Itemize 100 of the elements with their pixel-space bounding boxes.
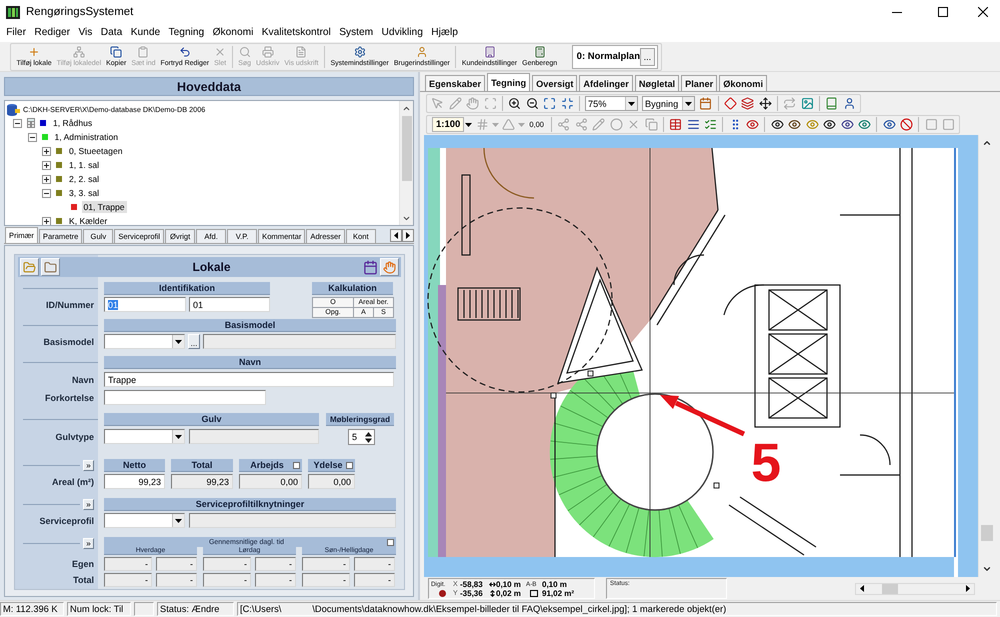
section-header: Basismodel <box>104 319 396 332</box>
tab[interactable]: Egenskaber <box>425 75 486 91</box>
readonly-field: - <box>104 573 152 587</box>
checkbox[interactable] <box>293 462 300 468</box>
tree-item[interactable]: 1, Administration <box>52 131 120 143</box>
menu-item[interactable]: System <box>335 25 378 41</box>
expand-button[interactable]: » <box>83 460 94 471</box>
diamond-icon[interactable] <box>724 97 737 110</box>
expand-icon[interactable] <box>42 146 51 156</box>
tab[interactable]: Planer <box>681 75 718 91</box>
shrink-corners-icon[interactable] <box>560 97 574 110</box>
plan-field[interactable]: 0: Normalplan ... <box>572 44 658 68</box>
number-spinner[interactable]: 5 <box>348 429 375 445</box>
tab[interactable]: Afdelinger <box>579 75 633 91</box>
eye-icon[interactable] <box>788 118 802 131</box>
expand-icon[interactable] <box>42 174 51 184</box>
menu-item[interactable]: Tegning <box>164 25 208 41</box>
text-field[interactable]: Trappe <box>104 372 394 387</box>
expand-button[interactable]: » <box>83 499 94 510</box>
dropdown[interactable] <box>104 334 185 349</box>
menu-item[interactable]: Data <box>96 25 126 41</box>
spin-arrows-icon[interactable] <box>365 432 372 442</box>
eye-icon[interactable] <box>840 118 854 131</box>
tree-item[interactable]: 3, 3. sal <box>67 187 102 199</box>
tree-item[interactable]: 01, Trappe <box>82 201 127 213</box>
expand-corners-icon[interactable] <box>543 97 556 110</box>
collapse-icon[interactable] <box>42 188 51 198</box>
text-field[interactable]: 01 <box>104 297 186 312</box>
ban-icon[interactable] <box>900 118 914 131</box>
menu-item[interactable]: Filer <box>2 25 30 41</box>
chevron-up-icon[interactable] <box>982 138 992 148</box>
menu-item[interactable]: Økonomi <box>208 25 258 41</box>
folder-button[interactable] <box>20 258 39 276</box>
dropdown[interactable]: Bygning <box>642 96 695 111</box>
tree-item[interactable]: 2, 2. sal <box>67 173 102 185</box>
scroll-thumb[interactable] <box>882 584 898 594</box>
image-icon[interactable] <box>800 97 814 110</box>
expand-icon[interactable] <box>42 216 51 225</box>
text-field[interactable]: 01 <box>189 297 270 312</box>
menu-item[interactable]: Vis <box>74 25 97 41</box>
tree-item[interactable]: 1, Rådhus <box>51 117 94 129</box>
caret-right-icon[interactable] <box>966 585 970 592</box>
tab-scroll-button[interactable] <box>402 229 414 242</box>
readonly-field: - <box>156 573 197 587</box>
eye-icon[interactable] <box>882 118 896 131</box>
user-icon[interactable] <box>842 97 856 110</box>
tree-item[interactable]: 1, 1. sal <box>67 159 102 171</box>
dropdown[interactable] <box>104 429 185 444</box>
caret-left-icon[interactable] <box>860 585 864 592</box>
calendar-icon[interactable] <box>699 97 712 110</box>
tab[interactable]: Tegning <box>487 73 530 91</box>
hand-button[interactable] <box>380 258 399 276</box>
zoom-in-icon[interactable] <box>508 97 522 110</box>
menu-item[interactable]: Rediger <box>30 25 74 41</box>
folder-button[interactable] <box>41 258 60 276</box>
dropdown[interactable]: 75% <box>585 96 638 111</box>
tree-item[interactable]: 0, Stueetagen <box>67 145 125 157</box>
dropdown[interactable] <box>104 513 185 528</box>
card-title: Lokale <box>191 260 232 274</box>
horizontal-scrollbar[interactable] <box>855 582 975 594</box>
checklist-icon[interactable] <box>704 118 718 131</box>
checkbox[interactable] <box>346 462 353 468</box>
chevron-down-icon[interactable] <box>982 564 992 574</box>
more-button[interactable]: ... <box>188 334 200 349</box>
checkbox[interactable] <box>387 538 394 546</box>
collapse-icon[interactable] <box>13 118 22 128</box>
measure-value: 0,02 m <box>496 589 522 598</box>
move-arrows-icon[interactable] <box>758 97 772 110</box>
tab[interactable]: Nøgletal <box>634 75 680 91</box>
text-field[interactable] <box>104 390 266 405</box>
menu-item[interactable]: Kvalitetskontrol <box>258 25 336 41</box>
status-panel <box>134 602 154 616</box>
menu-item[interactable]: Hjælp <box>427 25 462 41</box>
tab-scroll-button[interactable] <box>390 229 402 242</box>
tab[interactable]: Oversigt <box>532 75 578 91</box>
tab[interactable]: Økonomi <box>719 75 768 91</box>
eye-icon[interactable] <box>823 118 836 131</box>
expand-icon[interactable] <box>42 160 51 170</box>
plus-icon <box>28 46 40 58</box>
caret-down-icon[interactable] <box>465 122 472 126</box>
tree-item[interactable]: K, Kælder <box>67 215 110 225</box>
zoom-out-icon[interactable] <box>526 97 539 110</box>
layers-icon[interactable] <box>741 97 754 110</box>
scroll-thumb[interactable] <box>402 116 412 181</box>
table-icon[interactable] <box>669 118 682 131</box>
lines-icon[interactable] <box>686 118 700 131</box>
book-icon[interactable] <box>825 97 838 110</box>
menu-item[interactable]: Udvikling <box>377 25 428 41</box>
eye-icon[interactable] <box>770 118 784 131</box>
expand-button[interactable]: » <box>83 538 94 549</box>
number-field[interactable]: 99,23 <box>104 474 165 489</box>
folder-icon <box>44 260 57 274</box>
collapse-icon[interactable] <box>28 132 36 142</box>
scale-field[interactable]: 1:100 <box>432 117 464 132</box>
calendar-icon[interactable] <box>363 260 378 274</box>
menu-item[interactable]: Kunde <box>126 25 164 41</box>
more-button[interactable]: ... <box>640 48 655 66</box>
vertical-scrollbar[interactable] <box>399 101 413 225</box>
scroll-thumb[interactable] <box>980 525 992 541</box>
status-text: Num lock: Til <box>67 602 131 616</box>
